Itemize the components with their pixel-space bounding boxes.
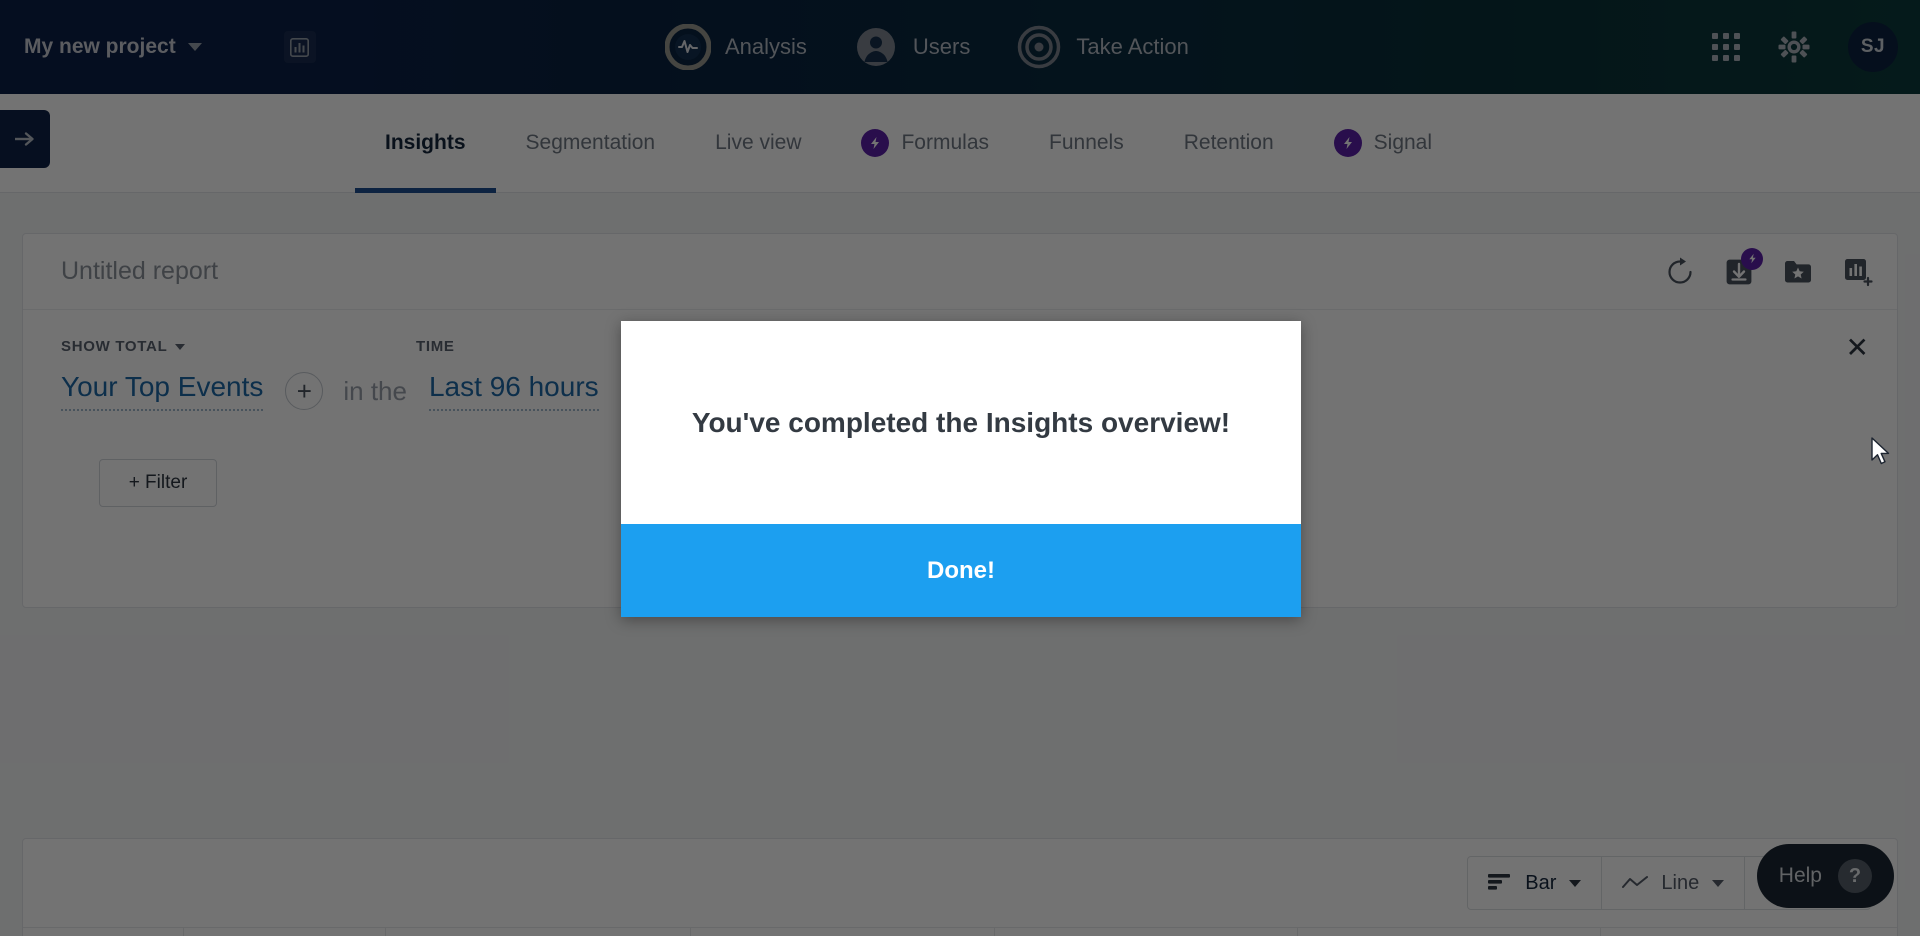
- modal-body: You've completed the Insights overview!: [621, 321, 1301, 524]
- modal-title: You've completed the Insights overview!: [691, 406, 1231, 438]
- modal-done-button[interactable]: Done!: [621, 524, 1301, 617]
- app-root: My new project Analysis: [0, 0, 1920, 936]
- completion-modal: You've completed the Insights overview! …: [621, 321, 1301, 617]
- mouse-cursor: [1871, 437, 1890, 465]
- modal-done-label: Done!: [927, 556, 995, 584]
